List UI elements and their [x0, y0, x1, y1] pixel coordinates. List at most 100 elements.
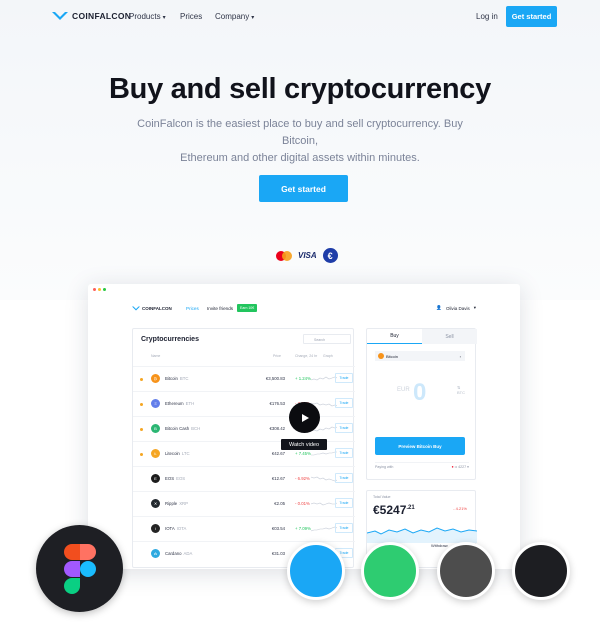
brand-name: COINFALCON [72, 11, 132, 21]
user-menu[interactable]: 👤 Olivia Davis ▾ [436, 305, 476, 311]
earn-badge: Earn 10€ [237, 304, 258, 312]
color-swatch [361, 542, 419, 600]
total-value-main: €5247 [373, 503, 407, 517]
coin-name: Bitcoin Cash BCH [165, 426, 200, 431]
coin-icon: ₿ [151, 374, 160, 383]
color-swatch [437, 542, 495, 600]
euro-icon: € [322, 248, 338, 263]
coin-symbol: BTC [179, 376, 189, 381]
brand-logo[interactable]: COINFALCON [52, 11, 131, 21]
window-controls [93, 288, 106, 291]
total-value-change: - 4.21% [453, 506, 467, 511]
swap-currency[interactable]: ⇅ BTC [457, 385, 465, 395]
nav-company[interactable]: Company ▾ [215, 12, 254, 21]
table-search-input[interactable]: Search [303, 334, 351, 344]
app-nav-prices[interactable]: Prices [186, 306, 199, 311]
coin-name: Cardano ADA [165, 551, 192, 556]
table-row[interactable]: ✕ Ripple XRP €2.05 - 0.01% Trade [133, 491, 355, 516]
app-nav: COINFALCON Prices Invite friends Earn 10… [88, 304, 520, 318]
coin-name-label: Ripple [165, 501, 178, 506]
sparkline-chart [311, 476, 337, 482]
paying-card: ● •• 4227 ▾ [451, 465, 470, 469]
coin-name-label: Bitcoin Cash [165, 426, 190, 431]
coin-name: Bitcoin BTC [165, 376, 189, 381]
coin-name-label: Bitcoin [165, 376, 178, 381]
header-graph: Graph [323, 354, 333, 358]
hero-title: Buy and sell cryptocurrency [109, 73, 491, 105]
buy-sell-tabs: Buy Sell [367, 329, 477, 344]
trade-button[interactable]: Trade [335, 498, 353, 508]
falcon-logo-icon [52, 12, 68, 20]
preview-buy-button[interactable]: Preview Bitcoin Buy [375, 437, 465, 455]
app-nav-invite[interactable]: Invite friends [207, 306, 233, 311]
app-logo-text: COINFALCON [142, 306, 172, 311]
header-change: Change, 24 hr [295, 354, 318, 358]
visa-icon: VISA [298, 251, 317, 260]
coin-name-label: IOTA [165, 526, 175, 531]
coin-price: €12.67 [271, 476, 285, 481]
amount-input[interactable]: 0 [413, 379, 426, 407]
paying-label: Paying with [375, 465, 394, 469]
chevron-down-icon: ▾ [473, 305, 476, 310]
chevron-right-icon: › [459, 353, 461, 359]
withdraw-button[interactable]: Withdraw [431, 543, 448, 548]
payment-methods: VISA € [276, 248, 338, 263]
total-value-amount: €5247.21 [373, 503, 415, 517]
table-row[interactable]: E EOS EOS €12.67 - 6.92% Trade [133, 466, 355, 491]
table-row[interactable]: i IOTA IOTA €03.54 + 7.09% Trade [133, 516, 355, 541]
top-nav: COINFALCON Products ▾ Prices Company ▾ Log… [0, 0, 600, 34]
hero-get-started-button[interactable]: Get started [259, 175, 348, 202]
coin-price: €31.03 [271, 551, 285, 556]
coin-name-label: Ethereum [165, 401, 184, 406]
chevron-down-icon: ▾ [162, 15, 166, 21]
trade-button[interactable]: Trade [335, 523, 353, 533]
coin-symbol: BCH [191, 426, 201, 431]
favorite-star-icon[interactable] [140, 403, 143, 406]
tab-buy[interactable]: Buy [367, 329, 422, 344]
favorite-star-icon[interactable] [140, 378, 143, 381]
trade-button[interactable]: Trade [335, 423, 353, 433]
asset-select[interactable]: Bitcoin › [375, 351, 465, 361]
nav-prices[interactable]: Prices [180, 12, 202, 21]
coin-icon: ₳ [151, 549, 160, 558]
favorite-star-icon[interactable] [140, 428, 143, 431]
falcon-logo-icon [132, 306, 140, 311]
header-name: Name [151, 354, 161, 358]
favorite-star-icon[interactable] [140, 453, 143, 456]
payment-method-row[interactable]: Paying with ● •• 4227 ▾ [375, 462, 469, 469]
trade-button[interactable]: Trade [335, 398, 353, 408]
nav-products[interactable]: Products ▾ [129, 12, 166, 21]
trade-button[interactable]: Trade [335, 473, 353, 483]
app-preview-window: COINFALCON Prices Invite friends Earn 10… [88, 284, 520, 569]
mastercard-icon: ● [451, 465, 454, 469]
table-row[interactable]: BBitcoin CashBCH€308.42+ 4.36%Trade [133, 416, 355, 441]
total-value-chart [367, 527, 477, 543]
coin-price: €2.05 [274, 501, 285, 506]
coin-change: + 7.09% [295, 526, 311, 531]
swap-label: BTC [457, 390, 465, 395]
total-value-label: Total Value [373, 495, 391, 499]
coin-name: EOS EOS [165, 476, 185, 481]
coin-name: Ripple XRP [165, 501, 188, 506]
trade-button[interactable]: Trade [335, 448, 353, 458]
nav-get-started-button[interactable]: Get started [506, 6, 557, 27]
coin-icon: i [151, 524, 160, 533]
coin-icon: B [151, 424, 160, 433]
coin-name: Litecoin LTC [165, 451, 190, 456]
coin-name-label: EOS [165, 476, 175, 481]
trade-button[interactable]: Trade [335, 373, 353, 383]
table-row[interactable]: ₿ Bitcoin BTC €3,500.83 + 1.24% Trade [133, 366, 355, 391]
tab-sell[interactable]: Sell [422, 329, 477, 344]
coin-name: Ethereum ETH [165, 401, 194, 406]
coin-name-label: Litecoin [165, 451, 180, 456]
coin-price: €03.54 [271, 526, 285, 531]
table-row[interactable]: ΞEthereumETH€176.53- 3.89%Trade [133, 391, 355, 416]
play-video-button[interactable] [289, 402, 320, 433]
login-link[interactable]: Log in [476, 12, 498, 21]
coin-name: IOTA IOTA [165, 526, 186, 531]
color-swatch [287, 542, 345, 600]
coin-price: €3,500.83 [265, 376, 285, 381]
watch-video-label[interactable]: Watch video [281, 439, 327, 450]
chevron-down-icon: ▾ [251, 15, 255, 21]
coin-icon: Ł [151, 449, 160, 458]
